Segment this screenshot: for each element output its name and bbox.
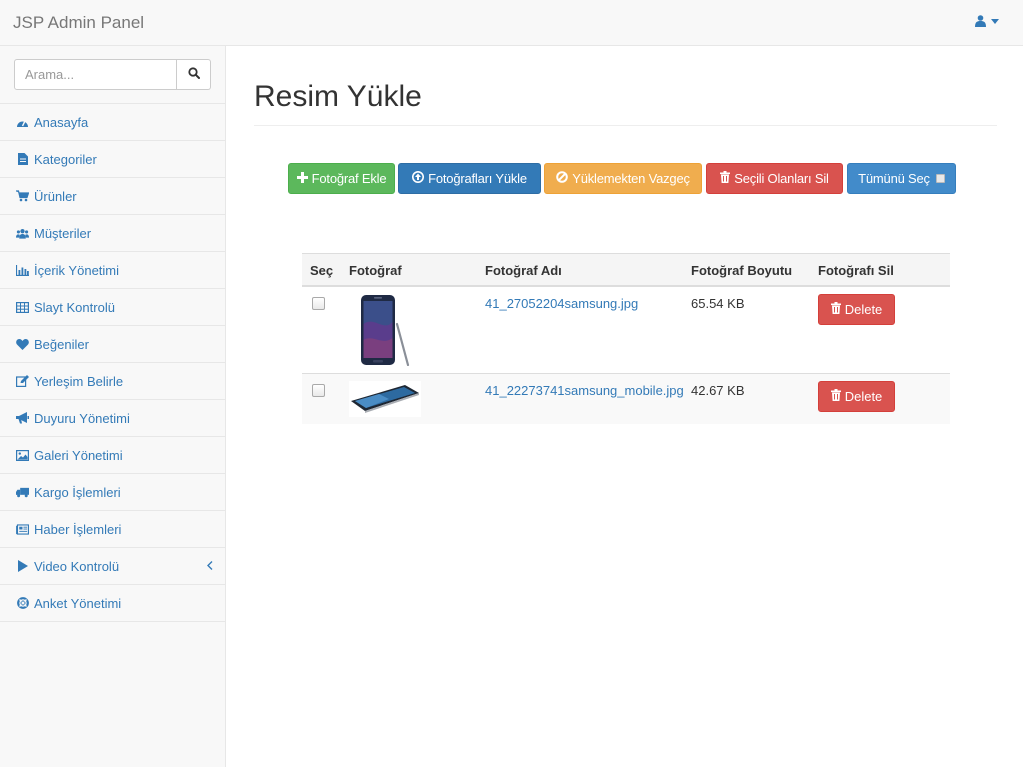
sidebar-item-galeri-yonetimi[interactable]: Galeri Yönetimi <box>0 437 225 474</box>
user-menu[interactable] <box>975 15 999 27</box>
photo-size: 42.67 KB <box>691 383 745 398</box>
photo-name-link[interactable]: 41_22273741samsung_mobile.jpg <box>485 383 684 398</box>
sidebar-item-slayt-kontrolu[interactable]: Slayt Kontrolü <box>0 289 225 326</box>
delete-photo-button[interactable]: Delete <box>818 294 895 325</box>
edit-icon <box>16 375 29 388</box>
delete-photo-button[interactable]: Delete <box>818 381 895 412</box>
sidebar: Anasayfa Kategoriler Ürünler Müşteriler … <box>0 46 226 767</box>
file-icon <box>16 153 29 166</box>
delete-photo-label: Delete <box>844 302 883 317</box>
dashboard-icon <box>16 116 29 129</box>
sidebar-item-label: Galeri Yönetimi <box>34 447 123 463</box>
cancel-upload-label: Yüklemekten Vazgeç <box>572 171 690 186</box>
photo-thumbnail <box>349 294 413 369</box>
table-header: Seç Fotoğraf Fotoğraf Adı Fotoğraf Boyut… <box>302 253 950 287</box>
header-photo: Fotoğraf <box>349 263 402 278</box>
sidebar-item-label: Haber İşlemleri <box>34 521 122 537</box>
upload-photos-label: Fotoğrafları Yükle <box>428 171 527 186</box>
select-all-button[interactable]: Tümünü Seç <box>847 163 956 194</box>
sidebar-item-haber-islemleri[interactable]: Haber İşlemleri <box>0 511 225 548</box>
delete-selected-button[interactable]: Seçili Olanları Sil <box>706 163 843 194</box>
delete-selected-label: Seçili Olanları Sil <box>734 171 829 186</box>
sidebar-item-label: Müşteriler <box>34 225 92 241</box>
sidebar-item-anasayfa[interactable]: Anasayfa <box>0 104 225 141</box>
add-photo-button[interactable]: Fotoğraf Ekle <box>288 163 395 194</box>
select-all-checkbox[interactable] <box>935 174 945 183</box>
cart-icon <box>16 190 29 203</box>
header-select: Seç <box>310 263 334 278</box>
sidebar-search <box>14 59 211 90</box>
cancel-upload-button[interactable]: Yüklemekten Vazgeç <box>544 163 702 194</box>
sidebar-nav: Anasayfa Kategoriler Ürünler Müşteriler … <box>0 103 225 622</box>
search-icon <box>187 67 200 82</box>
table-row: 41_27052204samsung.jpg 65.54 KB Delete <box>302 287 950 374</box>
bar-chart-icon <box>16 264 29 277</box>
sidebar-item-musteriler[interactable]: Müşteriler <box>0 215 225 252</box>
sidebar-item-label: Anket Yönetimi <box>34 595 122 611</box>
sidebar-item-begeniler[interactable]: Beğeniler <box>0 326 225 363</box>
row-checkbox[interactable] <box>312 297 325 310</box>
sidebar-item-label: Ürünler <box>34 188 77 204</box>
sidebar-item-label: Video Kontrolü <box>34 558 120 574</box>
delete-photo-label: Delete <box>844 389 883 404</box>
photo-thumbnail <box>349 381 421 420</box>
sidebar-item-label: Kategoriler <box>34 151 97 167</box>
sidebar-item-anket-yonetimi[interactable]: Anket Yönetimi <box>0 585 225 622</box>
sidebar-item-label: Beğeniler <box>34 336 89 352</box>
image-icon <box>16 449 29 462</box>
brand-title[interactable]: JSP Admin Panel <box>13 13 144 33</box>
newspaper-icon <box>16 523 29 536</box>
sidebar-item-label: Slayt Kontrolü <box>34 299 115 315</box>
heart-icon <box>16 338 29 351</box>
table-row: 41_22273741samsung_mobile.jpg 42.67 KB D… <box>302 374 950 424</box>
caret-down-icon <box>991 18 999 24</box>
upload-circle-icon <box>412 171 425 186</box>
sidebar-item-label: İçerik Yönetimi <box>34 262 120 278</box>
search-input[interactable] <box>14 59 177 90</box>
upload-photos-button[interactable]: Fotoğrafları Yükle <box>398 163 541 194</box>
sidebar-item-label: Duyuru Yönetimi <box>34 410 130 426</box>
top-navbar: JSP Admin Panel <box>0 0 1023 46</box>
play-icon <box>16 560 29 573</box>
sidebar-item-urunler[interactable]: Ürünler <box>0 178 225 215</box>
header-delete: Fotoğrafı Sil <box>818 263 894 278</box>
sidebar-item-duyuru-yonetimi[interactable]: Duyuru Yönetimi <box>0 400 225 437</box>
trash-icon <box>720 171 731 186</box>
header-photo-size: Fotoğraf Boyutu <box>691 263 793 278</box>
row-checkbox[interactable] <box>312 384 325 397</box>
users-icon <box>16 227 29 240</box>
sidebar-item-yerlesim-belirle[interactable]: Yerleşim Belirle <box>0 363 225 400</box>
table-icon <box>16 301 29 314</box>
bullhorn-icon <box>16 412 29 425</box>
ban-icon <box>556 171 569 186</box>
chevron-left-icon[interactable] <box>207 559 213 573</box>
title-divider <box>254 125 997 126</box>
header-photo-name: Fotoğraf Adı <box>485 263 562 278</box>
photo-name-link[interactable]: 41_27052204samsung.jpg <box>485 296 638 311</box>
search-button[interactable] <box>177 59 211 90</box>
user-icon <box>975 15 986 27</box>
plus-icon <box>296 171 308 186</box>
trash-icon <box>830 389 841 404</box>
sidebar-item-kategoriler[interactable]: Kategoriler <box>0 141 225 178</box>
page-title: Resim Yükle <box>254 80 422 113</box>
sidebar-item-label: Yerleşim Belirle <box>34 373 124 389</box>
photo-size: 65.54 KB <box>691 296 745 311</box>
add-photo-label: Fotoğraf Ekle <box>311 171 387 186</box>
sidebar-item-icerik-yonetimi[interactable]: İçerik Yönetimi <box>0 252 225 289</box>
lifebuoy-icon <box>16 597 29 610</box>
select-all-label: Tümünü Seç <box>858 171 930 186</box>
photo-table: Seç Fotoğraf Fotoğraf Adı Fotoğraf Boyut… <box>302 253 950 424</box>
sidebar-item-kargo-islemleri[interactable]: Kargo İşlemleri <box>0 474 225 511</box>
sidebar-item-video-kontrolu[interactable]: Video Kontrolü <box>0 548 225 585</box>
sidebar-item-label: Anasayfa <box>34 114 89 130</box>
truck-icon <box>16 486 29 499</box>
sidebar-item-label: Kargo İşlemleri <box>34 484 121 500</box>
trash-icon <box>830 302 841 317</box>
